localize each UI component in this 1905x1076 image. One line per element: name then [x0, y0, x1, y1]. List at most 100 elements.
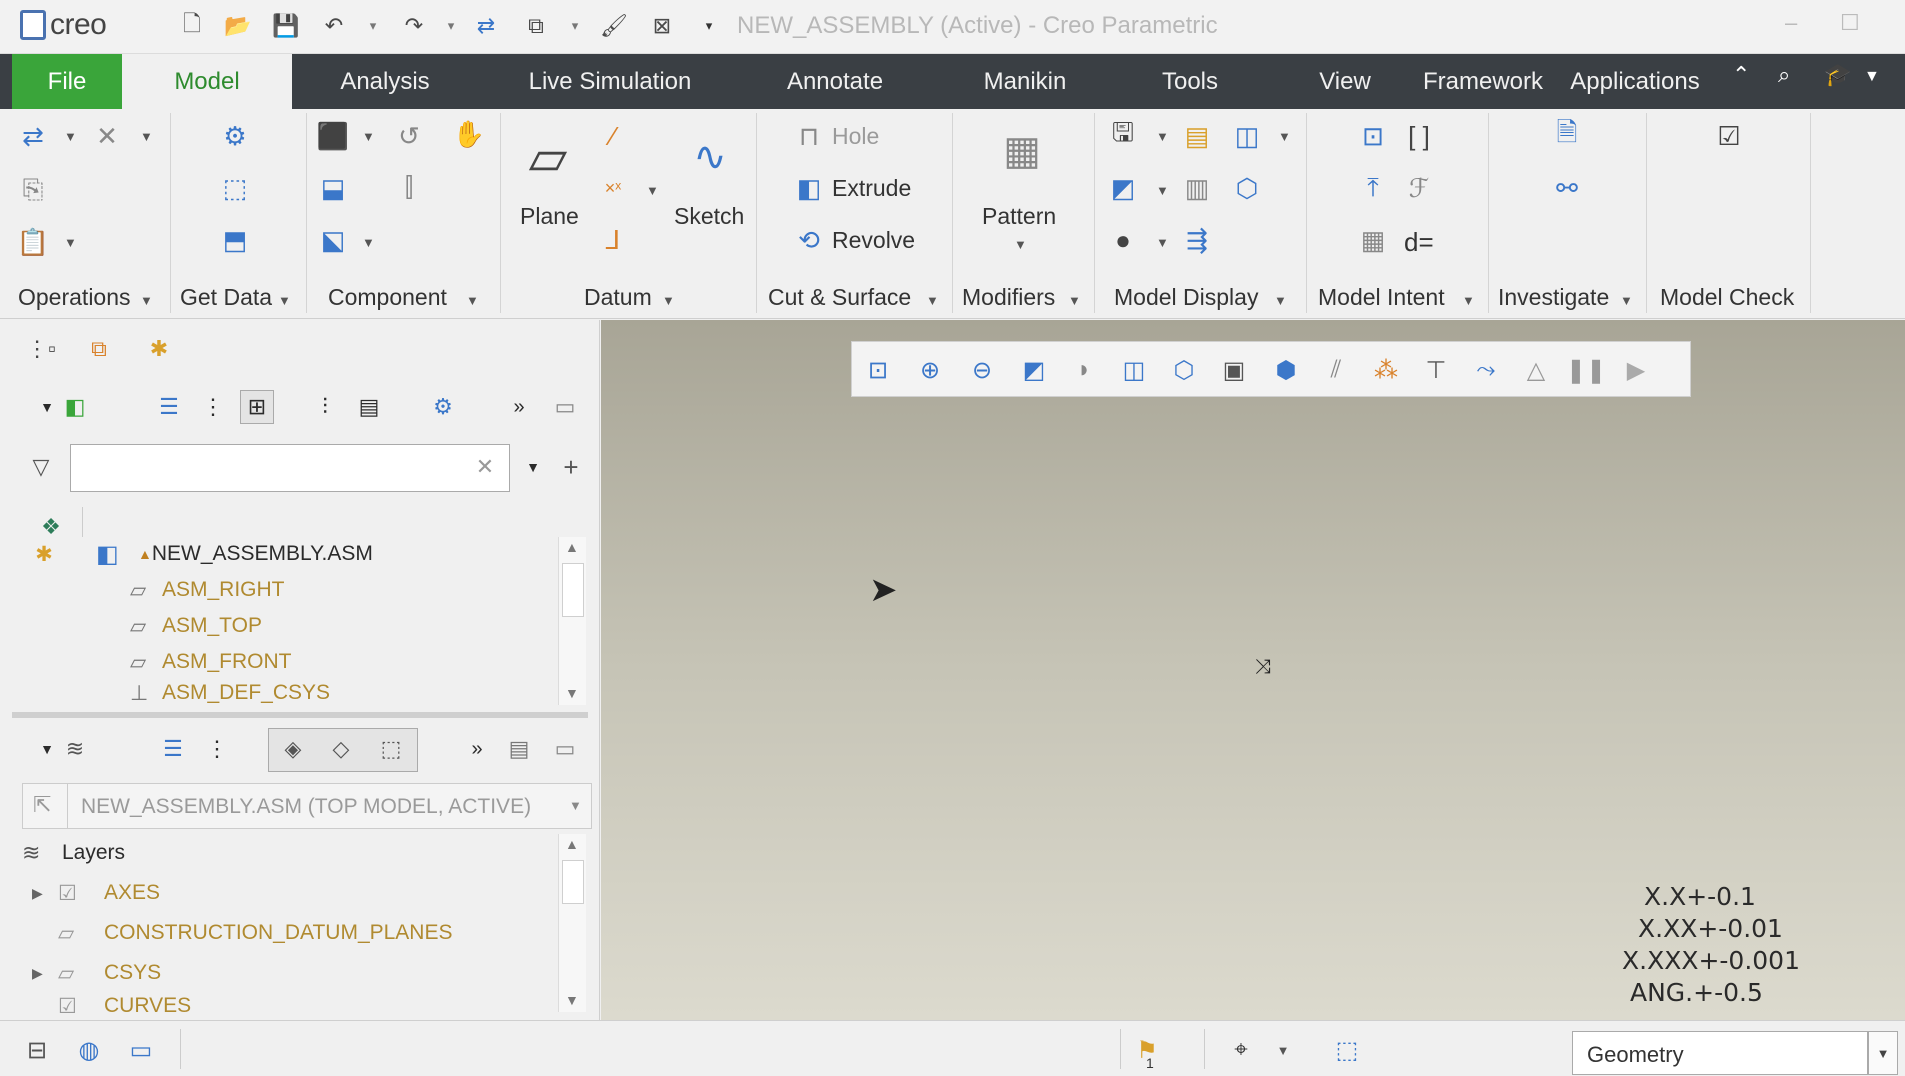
coordinate-system-icon[interactable]: ⅃ [596, 223, 630, 257]
maximize-icon[interactable]: ☐ [1840, 10, 1860, 36]
search-icon[interactable]: ⌕ [1778, 62, 1790, 88]
sketch-button[interactable]: Sketch [674, 203, 744, 230]
pattern-icon[interactable]: ▦ [990, 119, 1054, 183]
revolve-icon[interactable]: ⟲ [792, 223, 826, 257]
layer-item-axes[interactable]: ▶ ☑ AXES [32, 874, 160, 912]
folder-browser-tab-icon[interactable]: ⧉ [82, 332, 116, 366]
drag-components-icon[interactable]: ✋ [452, 117, 486, 151]
merge-inheritance-icon[interactable]: ⬒ [218, 223, 252, 257]
point-icon[interactable]: ×ˣ [596, 171, 630, 205]
regenerate-dropdown-icon[interactable]: ▼ [64, 129, 77, 144]
copy-geometry-icon[interactable]: ⬚ [218, 171, 252, 205]
display-states-icon[interactable]: ⇶ [1180, 223, 1214, 257]
model-cube-icon[interactable]: ◧ [58, 390, 92, 424]
model-tree-scrollbar[interactable]: ▲ ▼ [558, 537, 586, 705]
display-style-icon[interactable]: ▤ [1180, 119, 1214, 153]
paste-icon[interactable]: 📋 [16, 225, 50, 259]
copy-icon[interactable]: ⎘ [16, 173, 50, 207]
layer-item-construction-datum-planes[interactable]: ▱ CONSTRUCTION_DATUM_PLANES [58, 914, 453, 952]
scroll-thumb[interactable] [562, 563, 584, 617]
redo-dropdown-icon[interactable]: ▾ [444, 12, 458, 40]
find-binoculars-icon[interactable]: ⌖ [1224, 1033, 1258, 1067]
selection-mode-icon[interactable]: ⬚ [1330, 1033, 1364, 1067]
scroll-up-icon[interactable]: ▲ [565, 836, 579, 852]
layer-item-csys[interactable]: ▶ ▱ CSYS [32, 954, 161, 992]
more-layer-tools-icon[interactable]: » [460, 732, 494, 766]
model-display-dropdown-icon[interactable]: ▼ [1274, 293, 1287, 308]
pattern-button[interactable]: Pattern [982, 203, 1056, 230]
refit-icon[interactable]: ⊡ [860, 352, 896, 388]
model-tree-search-input[interactable] [70, 444, 510, 492]
clear-filter-icon[interactable]: ✕ [468, 450, 502, 484]
group-get-data-label[interactable]: Get Data [180, 284, 272, 311]
full-screen-icon[interactable]: ▭ [124, 1033, 158, 1067]
add-filter-icon[interactable]: + [554, 450, 588, 484]
tab-analysis[interactable]: Analysis [305, 54, 465, 109]
tab-live-simulation[interactable]: Live Simulation [505, 54, 715, 109]
get-data-dropdown-icon[interactable]: ▼ [278, 293, 291, 308]
group-model-intent-label[interactable]: Model Intent [1318, 284, 1445, 311]
selection-filter-select[interactable]: Geometry [1572, 1031, 1868, 1075]
section-dropdown-icon[interactable]: ▼ [1278, 129, 1291, 144]
expand-all-icon[interactable]: ☰ [152, 390, 186, 424]
tab-framework[interactable]: Framework [1412, 54, 1554, 109]
display-style-icon[interactable]: ◗ [1066, 352, 1102, 388]
scene-dropdown-icon[interactable]: ▼ [1156, 235, 1169, 250]
layer-item-curves[interactable]: ☑ CURVES [58, 994, 191, 1014]
active-model-select[interactable]: ⇱ NEW_ASSEMBLY.ASM (TOP MODEL, ACTIVE) ▼ [22, 783, 592, 829]
tree-columns-icon[interactable]: ▤ [352, 390, 386, 424]
group-modifiers-label[interactable]: Modifiers [962, 284, 1055, 311]
paste-dropdown-icon[interactable]: ▼ [64, 235, 77, 250]
component-operations-dropdown-icon[interactable]: ▼ [362, 235, 375, 250]
relations-icon[interactable]: ℱ [1402, 171, 1436, 205]
layers-stack-icon[interactable]: ≋ [58, 732, 92, 766]
sketch-icon[interactable]: ∿ [680, 129, 740, 185]
switch-dimensions-icon[interactable]: ⤒ [1356, 171, 1390, 205]
expand-arrow-icon[interactable]: ▶ [32, 965, 58, 982]
model-report-icon[interactable]: 🗎 [1550, 117, 1584, 153]
manage-views-icon[interactable]: 🖫 [1106, 117, 1140, 153]
show-browser-icon[interactable]: ◍ [72, 1033, 106, 1067]
help-dropdown-icon[interactable]: ▼ [1864, 68, 1880, 86]
tab-file[interactable]: File [12, 54, 122, 109]
section-view-icon[interactable]: ⬢ [1268, 352, 1304, 388]
show-columns-icon[interactable]: ⊞ [240, 390, 274, 424]
save-icon[interactable]: 💾 [272, 12, 300, 40]
layer-expand-all-icon[interactable]: ☰ [156, 732, 190, 766]
windows-dropdown-icon[interactable]: ▾ [568, 12, 582, 40]
parameters-table-icon[interactable]: ▦ [1356, 223, 1390, 257]
redo-icon[interactable]: ↷ [400, 12, 428, 40]
hole-icon[interactable]: ⊓ [792, 119, 826, 153]
open-folder-icon[interactable]: 📂 [224, 12, 252, 40]
video-icon[interactable]: ▶ [1618, 352, 1654, 388]
datum-dropdown-icon[interactable]: ▼ [662, 293, 675, 308]
delete-icon[interactable]: ✕ [90, 119, 124, 153]
minimize-icon[interactable]: – [1785, 10, 1797, 36]
close-window-icon[interactable]: ⊠ [648, 12, 676, 40]
family-table-icon[interactable]: ⊡ [1356, 119, 1390, 153]
filter-dropdown-icon[interactable]: ▼ [516, 450, 550, 484]
group-model-check-label[interactable]: Model Check [1660, 284, 1794, 311]
model-intent-dropdown-icon[interactable]: ▼ [1462, 293, 1475, 308]
tab-manikin[interactable]: Manikin [955, 54, 1095, 109]
undo-icon[interactable]: ↶ [320, 12, 348, 40]
tree-item-asm-front[interactable]: ▱ ASM_FRONT [130, 645, 292, 679]
model-tree-tab-icon[interactable]: ⋮▫ [24, 332, 58, 366]
manage-views-dropdown-icon[interactable]: ▼ [1156, 129, 1169, 144]
tree-filters-icon[interactable]: ⫶ [308, 390, 342, 424]
revolve-button[interactable]: Revolve [832, 227, 915, 254]
group-datum-label[interactable]: Datum [584, 284, 652, 311]
annotation-display-icon[interactable]: ⁂ [1368, 352, 1404, 388]
show-layer-icon[interactable]: ◈ [276, 732, 310, 766]
point-dropdown-icon[interactable]: ▼ [646, 183, 659, 198]
tab-view[interactable]: View [1295, 54, 1395, 109]
edit-position-icon[interactable]: ⬡ [1230, 171, 1264, 205]
graphics-window[interactable]: ⊡ ⊕ ⊖ ◩ ◗ ◫ ⬡ ▣ ⬢ ⫽ ⁂ ⊤ ⤳ △ ❚❚ ▶ ➤ ⤨ X.X… [601, 320, 1905, 1020]
component-dropdown-icon[interactable]: ▼ [466, 293, 479, 308]
interference-icon[interactable]: ⤳ [1468, 352, 1504, 388]
plane-button[interactable]: Plane [520, 203, 579, 230]
expand-arrow-icon[interactable]: ▶ [32, 885, 58, 902]
modifiers-dropdown-icon[interactable]: ▼ [1068, 293, 1081, 308]
isolate-layer-icon[interactable]: ⬚ [374, 732, 408, 766]
extrude-button[interactable]: Extrude [832, 175, 911, 202]
